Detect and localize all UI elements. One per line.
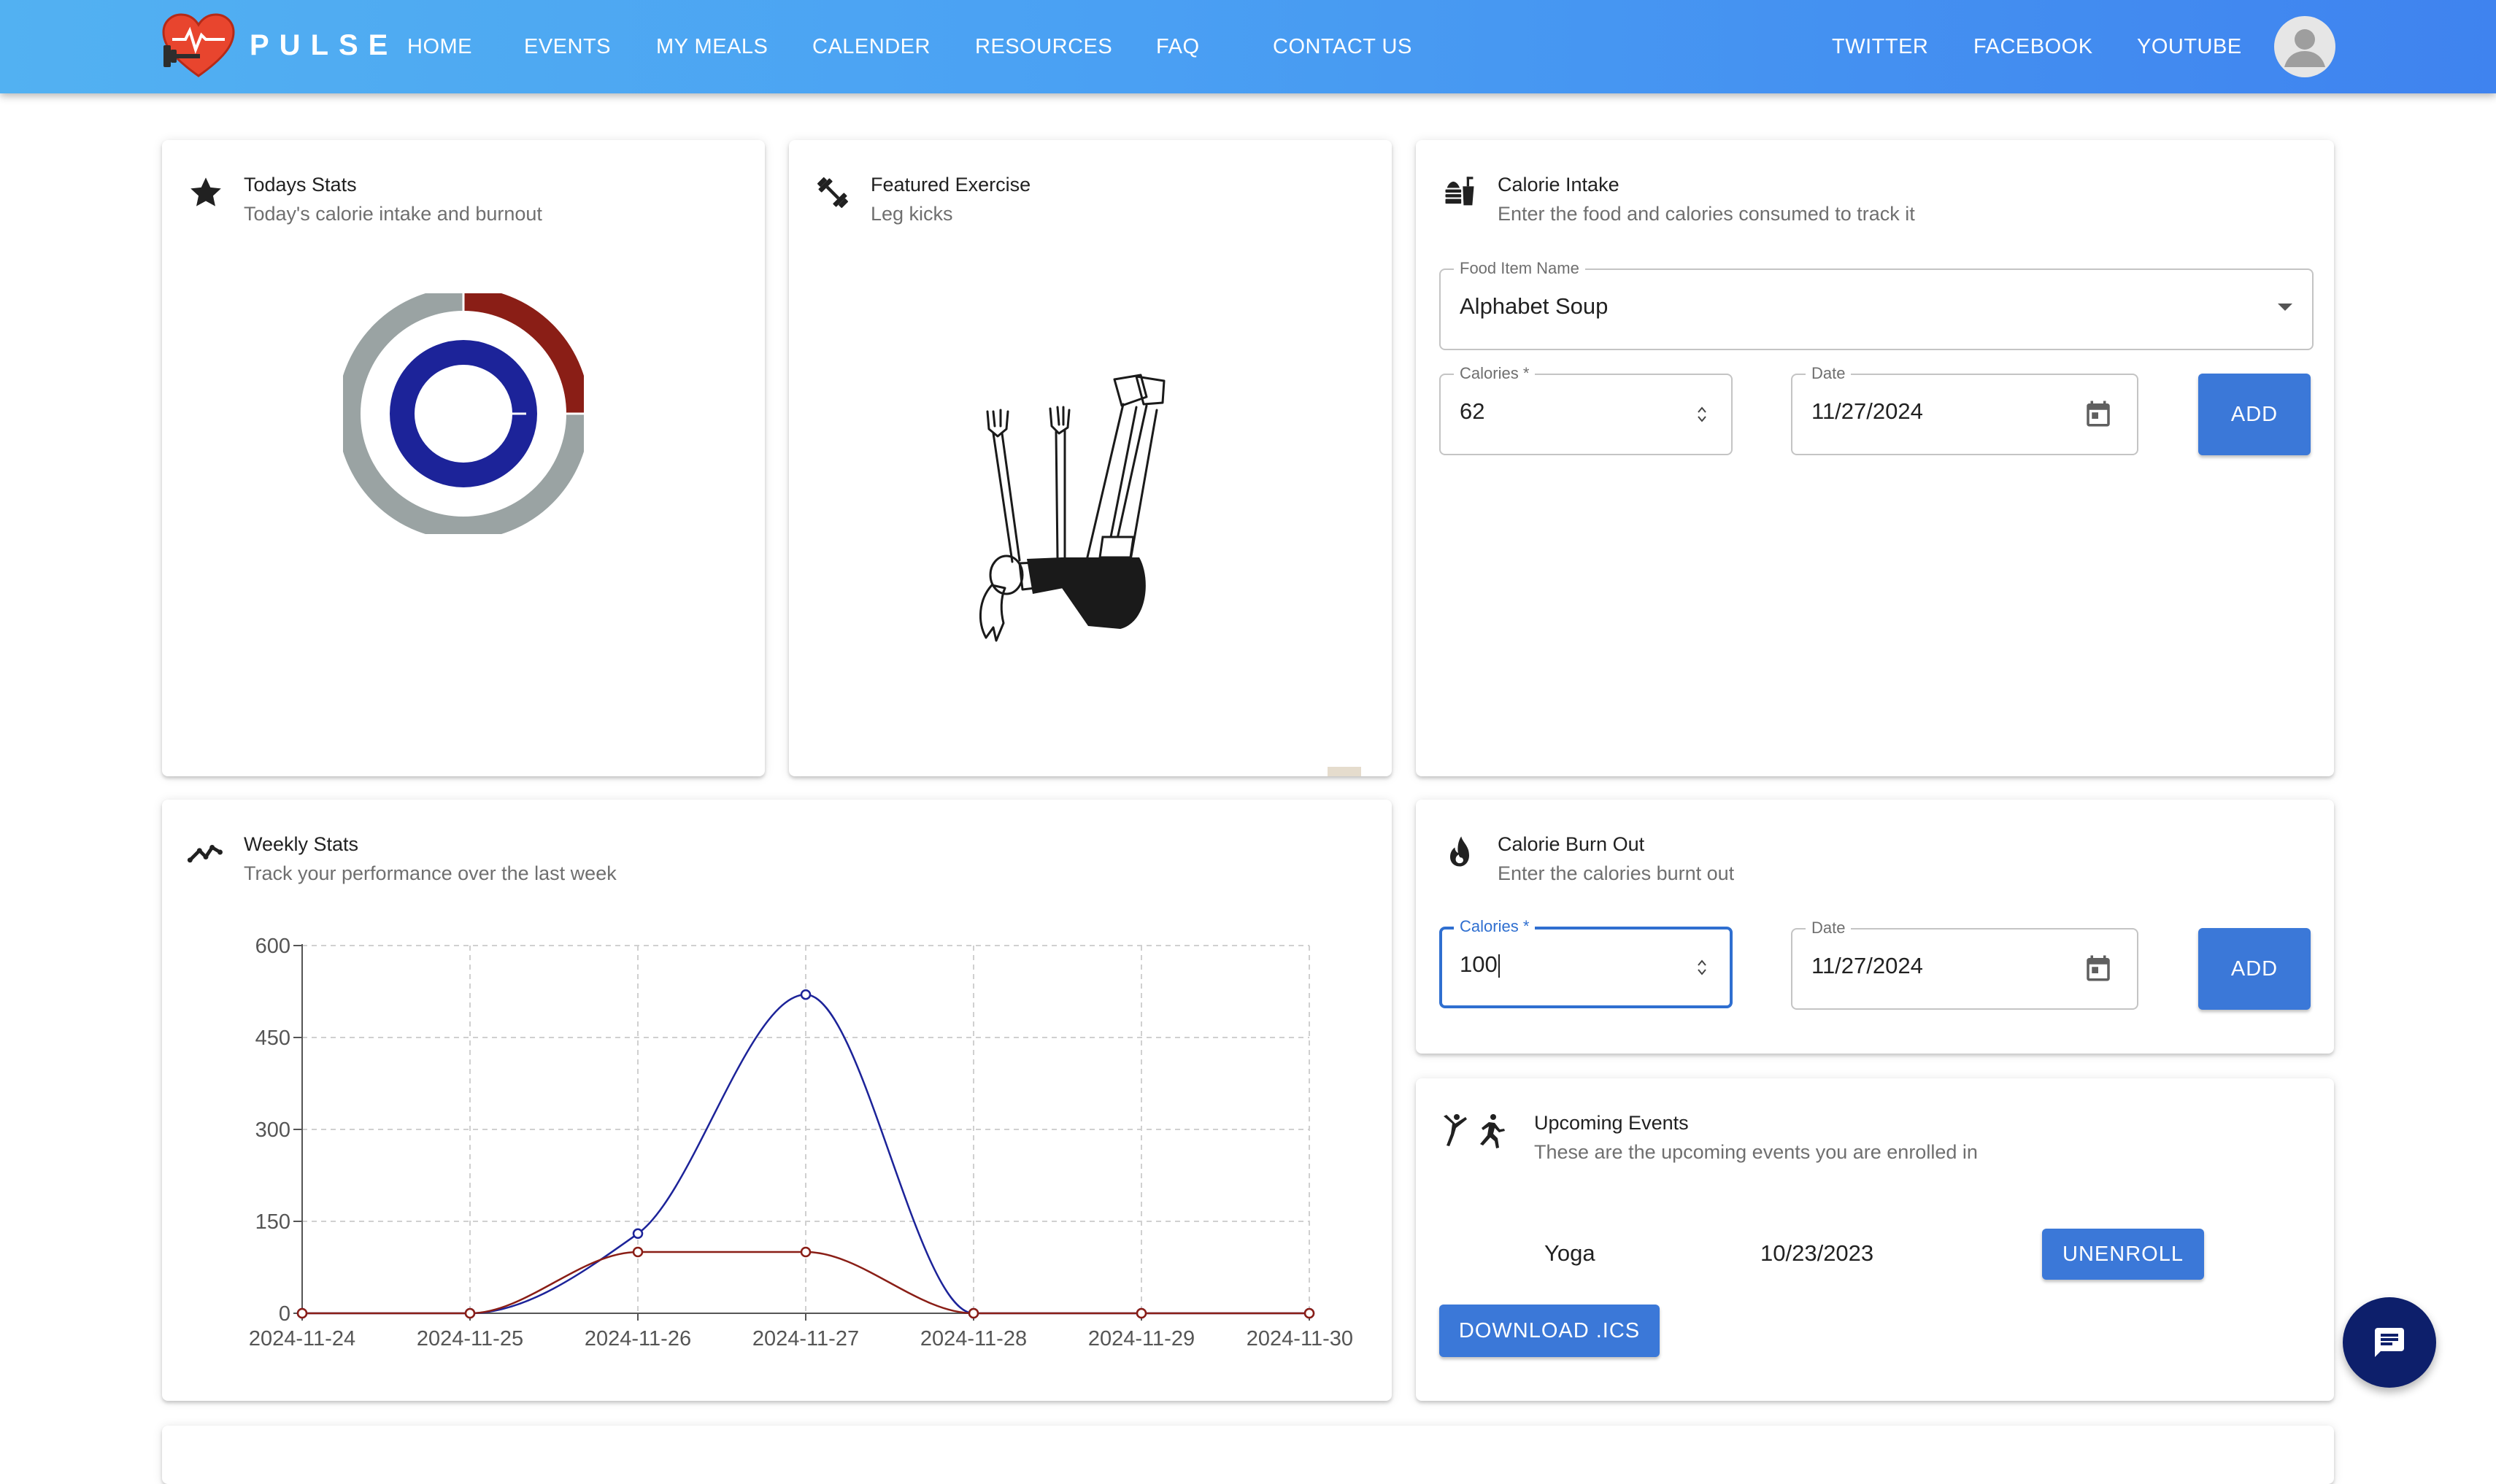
series-point-0 [800, 989, 812, 1000]
upcoming-events-card: Upcoming Events These are the upcoming e… [1416, 1078, 2334, 1401]
y-tick-label: 0 [279, 1302, 290, 1326]
unenroll-button[interactable]: UNENROLL [2042, 1229, 2204, 1280]
nav-contact-us[interactable]: CONTACT US [1273, 32, 1412, 61]
featured-exercise-card: Featured Exercise Leg kicks [789, 140, 1392, 776]
calorie-intake-card: Calorie Intake Enter the food and calori… [1416, 140, 2334, 776]
weekly-stats-card: Weekly Stats Track your performance over… [162, 800, 1392, 1401]
card-subtitle: Enter the food and calories consumed to … [1498, 203, 1915, 225]
fastfood-icon [1445, 177, 1474, 206]
x-tick-label: 2024-11-28 [920, 1327, 1027, 1350]
burnout-date-field[interactable]: Date 11/27/2024 [1791, 918, 2138, 1010]
series-point-1 [800, 1246, 812, 1258]
burnout-add-button[interactable]: ADD [2198, 928, 2311, 1010]
top-nav: PULSE HOME EVENTS MY MEALS CALENDER RESO… [0, 0, 2496, 93]
nav-home[interactable]: HOME [407, 32, 472, 61]
x-tick-label: 2024-11-27 [752, 1327, 859, 1350]
burnout-date-value: 11/27/2024 [1811, 953, 1923, 978]
nav-faq[interactable]: FAQ [1156, 32, 1200, 61]
burnout-calories-field[interactable]: Calories * 100 [1439, 916, 1733, 1008]
star-icon [190, 177, 221, 206]
calendar-icon[interactable] [2083, 953, 2114, 983]
intake-calories-value: 62 [1460, 398, 1485, 424]
food-item-select[interactable]: Food Item Name Alphabet Soup [1439, 258, 2314, 350]
image-resize-handle [1328, 767, 1361, 776]
card-subtitle: Leg kicks [871, 203, 953, 225]
burnout-calories-value: 100 [1460, 950, 1500, 979]
intake-add-button[interactable]: ADD [2198, 374, 2311, 455]
y-tick-label: 600 [255, 935, 290, 958]
series-point-1 [1136, 1307, 1147, 1319]
x-tick-label: 2024-11-25 [417, 1327, 523, 1350]
card-subtitle: These are the upcoming events you are en… [1534, 1141, 1978, 1163]
card-subtitle: Today's calorie intake and burnout [244, 203, 542, 225]
intake-date-field[interactable]: Date 11/27/2024 [1791, 363, 2138, 455]
nav-resources[interactable]: RESOURCES [975, 32, 1112, 61]
x-tick-label: 2024-11-29 [1088, 1327, 1195, 1350]
series-point-1 [1303, 1307, 1315, 1319]
intake-date-label: Date [1806, 363, 1852, 384]
martial-arts-running-icon [1444, 1114, 1505, 1148]
x-tick-label: 2024-11-30 [1247, 1327, 1353, 1350]
todays-stats-donut [343, 293, 584, 534]
burnout-calories-label: Calories * [1454, 916, 1536, 937]
nav-youtube[interactable]: YOUTUBE [2137, 32, 2242, 61]
card-title: Calorie Intake [1498, 174, 1619, 196]
x-tick-label: 2024-11-24 [249, 1327, 355, 1350]
event-name: Yoga [1544, 1240, 1595, 1266]
leg-kicks-illustration [979, 374, 1166, 642]
series-point-1 [968, 1307, 979, 1319]
x-tick-label: 2024-11-26 [585, 1327, 691, 1350]
card-title: Calorie Burn Out [1498, 833, 1645, 855]
number-stepper-icon[interactable] [1696, 404, 1708, 425]
card-subtitle: Enter the calories burnt out [1498, 862, 1735, 884]
card-title: Featured Exercise [871, 174, 1031, 196]
intake-calories-label: Calories * [1454, 363, 1536, 384]
intake-calories-field[interactable]: Calories * 62 [1439, 363, 1733, 455]
download-ics-button[interactable]: DOWNLOAD .ICS [1439, 1305, 1660, 1357]
nav-my-meals[interactable]: MY MEALS [656, 32, 768, 61]
intake-date-value: 11/27/2024 [1811, 398, 1923, 424]
heart-dumbbell-logo[interactable] [159, 10, 238, 80]
series-point-1 [296, 1307, 308, 1319]
y-tick-label: 450 [255, 1027, 290, 1050]
number-stepper-icon[interactable] [1696, 957, 1708, 978]
card-title: Upcoming Events [1534, 1112, 1689, 1134]
food-item-label: Food Item Name [1454, 258, 1585, 279]
nav-calender[interactable]: CALENDER [812, 32, 931, 61]
calorie-burnout-card: Calorie Burn Out Enter the calories burn… [1416, 800, 2334, 1054]
fire-icon [1450, 836, 1469, 867]
y-tick-label: 150 [255, 1210, 290, 1234]
brand-name[interactable]: PULSE [250, 28, 398, 63]
calendar-icon[interactable] [2083, 398, 2114, 429]
todays-stats-card: Todays Stats Today's calorie intake and … [162, 140, 765, 776]
series-point-1 [464, 1307, 476, 1319]
dumbbell-icon [817, 177, 849, 209]
y-tick-label: 300 [255, 1118, 290, 1142]
chevron-down-icon[interactable] [2277, 302, 2293, 312]
nav-events[interactable]: EVENTS [524, 32, 611, 61]
food-item-value: Alphabet Soup [1460, 293, 1609, 319]
nav-twitter[interactable]: TWITTER [1832, 32, 1928, 61]
weekly-stats-chart: 0 150 300 450 600 2024-11-24 2024-11-25 2024-11… [249, 935, 1353, 1350]
burnout-date-label: Date [1806, 918, 1852, 938]
chat-button[interactable] [2343, 1297, 2436, 1388]
series-point-0 [632, 1228, 644, 1240]
next-section-card [162, 1426, 2334, 1484]
event-date: 10/23/2023 [1760, 1240, 1874, 1266]
card-title: Todays Stats [244, 174, 357, 196]
chat-icon [2375, 1328, 2404, 1357]
user-avatar-icon[interactable] [2274, 16, 2335, 77]
series-point-1 [632, 1246, 644, 1258]
nav-facebook[interactable]: FACEBOOK [1973, 32, 2093, 61]
